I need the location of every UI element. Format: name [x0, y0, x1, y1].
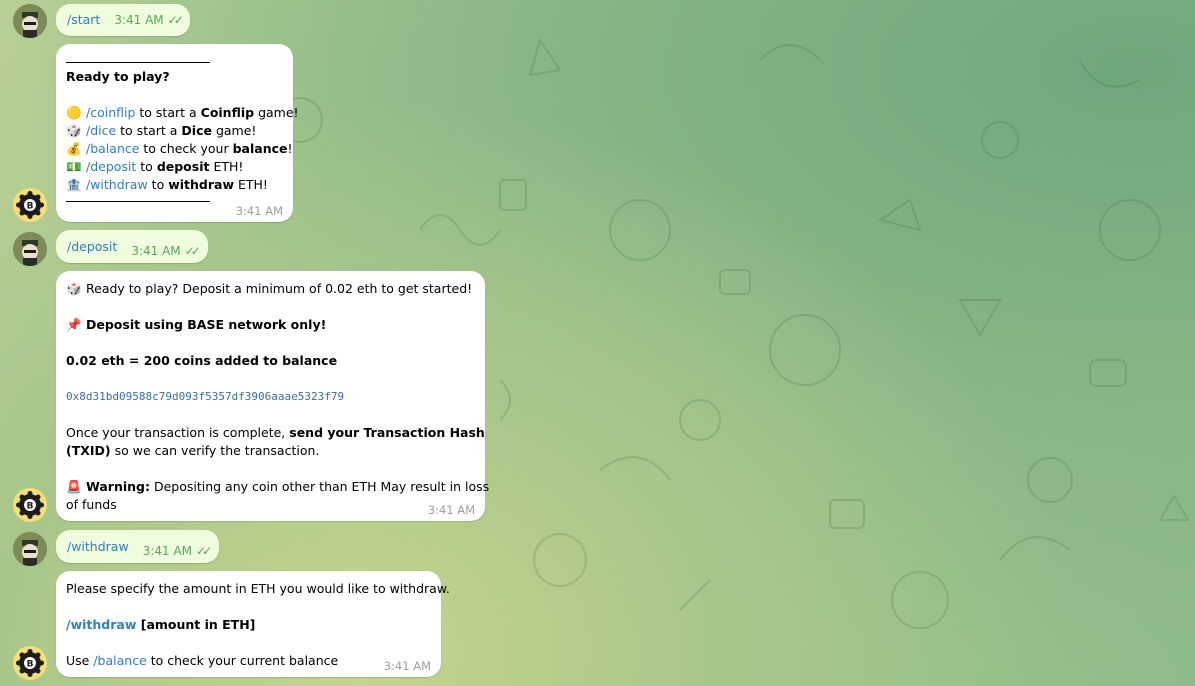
withdraw-command-link[interactable]: /withdraw: [66, 617, 136, 632]
coinflip-command-link[interactable]: /coinflip: [86, 105, 135, 120]
double-check-icon: ✓✓: [184, 244, 201, 258]
coin-icon: 🟡: [66, 105, 82, 120]
reply-heading: Ready to play?: [66, 69, 170, 84]
start-reply-bubble: Ready to play? 🟡/coinflip to start a Coi…: [56, 44, 299, 222]
start-command-bubble: /start 3:41 AM ✓✓: [56, 4, 190, 36]
siren-icon: 🚨: [66, 479, 82, 494]
bot-avatar[interactable]: B: [13, 488, 47, 522]
conversion-rate-line: 0.02 eth = 200 coins added to balance: [66, 353, 338, 368]
message-time: 3:41 AM: [142, 544, 193, 558]
svg-text:B: B: [27, 660, 34, 670]
message-time: 3:41 AM: [114, 13, 164, 27]
user-avatar[interactable]: [13, 532, 47, 566]
message-time: 3:41 AM: [131, 244, 181, 258]
withdraw-instruction-line: Please specify the amount in ETH you wou…: [66, 581, 450, 596]
dice-icon: 🎲: [66, 123, 82, 138]
balance-line: 💰/balance to check your balance!: [66, 141, 293, 156]
user-avatar[interactable]: [13, 232, 47, 266]
divider: [66, 62, 210, 63]
deposit-command[interactable]: /deposit: [67, 239, 117, 254]
money-bag-icon: 💰: [66, 141, 82, 156]
coin-warning-line-2: of funds: [66, 497, 117, 512]
user-avatar-icon: [13, 532, 47, 566]
bank-icon: 🏦: [66, 177, 82, 192]
withdraw-command-bubble: /withdraw 3:41 AM ✓✓: [56, 530, 219, 563]
double-check-icon: ✓✓: [196, 544, 212, 558]
network-warning-line: 📌 Deposit using BASE network only!: [66, 317, 327, 332]
coinflip-line: 🟡/coinflip to start a Coinflip game!: [66, 105, 299, 120]
start-command[interactable]: /start: [67, 12, 100, 27]
bot-avatar[interactable]: B: [13, 646, 47, 680]
dice-command-link[interactable]: /dice: [86, 123, 116, 138]
double-check-icon: ✓✓: [167, 13, 184, 27]
bot-avatar-icon: B: [16, 491, 44, 519]
bot-avatar-icon: B: [16, 649, 44, 677]
chat-history: /start 3:41 AM ✓✓ Ready to play? 🟡/coinfli…: [0, 0, 1195, 686]
withdraw-command[interactable]: /withdraw: [67, 539, 129, 554]
withdraw-reply-bubble: Please specify the amount in ETH you wou…: [56, 571, 450, 677]
user-avatar-icon: [13, 232, 47, 266]
message-time: 3:41 AM: [235, 204, 283, 218]
deposit-intro-line: 🎲 Ready to play? Deposit a minimum of 0.0…: [66, 281, 473, 296]
banknote-icon: 💵: [66, 159, 82, 174]
svg-text:B: B: [27, 202, 34, 212]
deposit-line: 💵/deposit to deposit ETH!: [66, 159, 244, 174]
txid-instruction-line: Once your transaction is complete, send …: [66, 425, 485, 440]
withdraw-command-link[interactable]: /withdraw: [86, 177, 148, 192]
svg-text:B: B: [27, 502, 34, 512]
deposit-command-bubble: /deposit 3:41 AM ✓✓: [56, 230, 208, 263]
divider: [66, 201, 210, 202]
dice-line: 🎲/dice to start a Dice game!: [66, 123, 257, 138]
deposit-command-link[interactable]: /deposit: [86, 159, 136, 174]
bot-avatar-icon: B: [16, 191, 44, 219]
dice-icon: 🎲: [66, 281, 82, 296]
txid-instruction-line-2: (TXID) so we can verify the transaction.: [66, 443, 320, 458]
user-avatar[interactable]: [13, 4, 47, 38]
withdraw-line: 🏦/withdraw to withdraw ETH!: [66, 177, 268, 192]
bot-avatar[interactable]: B: [13, 188, 47, 222]
withdraw-usage-line: /withdraw [amount in ETH]: [66, 617, 256, 632]
coin-warning-line: 🚨 Warning: Depositing any coin other than…: [66, 479, 490, 494]
pushpin-icon: 📌: [66, 317, 82, 332]
deposit-address[interactable]: 0x8d31bd09588c79d093f5357df3906aaae5323f…: [66, 388, 489, 406]
user-avatar-icon: [13, 4, 47, 38]
balance-command-link[interactable]: /balance: [93, 653, 146, 668]
balance-command-link[interactable]: /balance: [86, 141, 139, 156]
deposit-reply-bubble: 🎲 Ready to play? Deposit a minimum of 0.0…: [56, 271, 489, 521]
message-time: 3:41 AM: [427, 503, 475, 517]
message-time: 3:41 AM: [383, 659, 431, 673]
